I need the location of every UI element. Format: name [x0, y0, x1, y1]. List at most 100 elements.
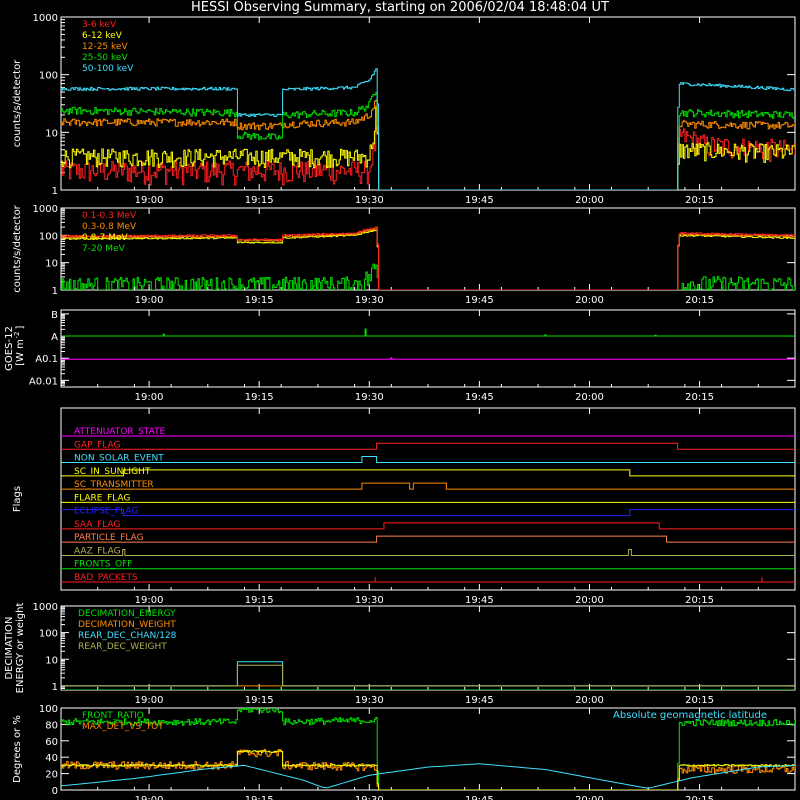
panel-frame: [60, 16, 796, 191]
x-tick-label: 19:15: [245, 595, 274, 606]
x-tick-label: 20:15: [685, 795, 714, 800]
y-axis-label: Flags: [12, 486, 23, 512]
x-tick-label: 20:00: [575, 695, 604, 706]
panel-goes: 19:00 19:15 19:30 19:45 20:00 20:15 GOES-12 [W …: [4, 309, 796, 403]
x-tick-label: 19:15: [245, 295, 274, 306]
x-tick-label: 19:15: [245, 795, 274, 800]
flag-trace: [61, 442, 795, 450]
x-tick-label: 19:00: [135, 695, 164, 706]
x-tick-label: 19:00: [135, 595, 164, 606]
svg-text:DECIMATION: DECIMATION: [4, 616, 15, 679]
legend-entry: DECIMATION_ENERGY: [78, 609, 176, 619]
x-tick-label: 20:15: [685, 195, 714, 206]
svg-text:[W m: [W m: [15, 339, 26, 366]
y-tick-label: 1: [52, 682, 58, 693]
flag-flare-flag: FLARE_FLAG: [61, 493, 795, 503]
flag-sc-transmitter: SC_TRANSMITTER: [61, 480, 795, 490]
y-tick-label: 1: [52, 186, 58, 197]
legend-entry: 7-20 MeV: [82, 244, 126, 254]
y-tick-label: 1000: [33, 13, 58, 24]
x-tick-label: 19:30: [355, 795, 384, 800]
x-tick-label: 20:15: [685, 295, 714, 306]
y-tick-label: 0: [52, 786, 58, 797]
series-group: [61, 226, 795, 290]
x-tick-label: 19:45: [465, 595, 494, 606]
legend-entry: REAR_DEC_CHAN/128: [78, 631, 177, 641]
y-tick-label: 100: [39, 231, 58, 242]
legend-entry: 25-50 keV: [82, 53, 128, 63]
y-tick-label: 60: [45, 737, 58, 748]
flag-trace: [61, 469, 795, 477]
flag-trace: [61, 509, 795, 517]
y-axis-label: DECIMATION ENERGY or weight: [4, 603, 26, 694]
svg-text:]: ]: [15, 326, 26, 330]
x-tick-label: 19:30: [355, 195, 384, 206]
y-axis-label: GOES-12 [W m-2]: [4, 326, 26, 371]
x-tick-label: 19:30: [355, 295, 384, 306]
flag-bad-packets: BAD_PACKETS: [61, 573, 795, 583]
x-tick-label: 19:00: [135, 195, 164, 206]
y-tick-label: 10: [45, 128, 58, 139]
flag-attenuator-state: ATTENUATOR_STATE: [61, 427, 795, 437]
svg-text:Degrees or %: Degrees or %: [12, 715, 23, 783]
series-0-3-0-8-mev: [61, 227, 795, 290]
panel-frame: [60, 207, 796, 291]
series-group: [61, 328, 795, 360]
panel-flags: 19:00 19:15 19:30 19:45 20:00 20:15 Flags ATTEN…: [12, 407, 796, 606]
legend-entry: 12-25 keV: [82, 42, 128, 52]
panel-high-energy-rates: 19:00 19:15 19:30 19:45 20:00 20:15 counts/s/d…: [12, 204, 796, 306]
legend-entry: Absolute geomagnetic latitude: [613, 710, 767, 721]
flag-saa-flag: SAA_FLAG: [61, 520, 795, 530]
flag-trace: [61, 482, 795, 490]
flag-non-solar-event: NON_SOLAR_EVENT: [61, 454, 795, 464]
panel-frame: [60, 407, 796, 591]
legend-entry: 3-6 keV: [82, 20, 117, 30]
x-tick-label: 20:00: [575, 392, 604, 403]
x-tick-label: 19:15: [245, 392, 274, 403]
legend-entry: REAR_DEC_WEIGHT: [78, 642, 167, 652]
legend-entry: MAX_DET_VS_TOT: [82, 722, 164, 732]
y-tick-label: 100: [39, 704, 58, 715]
x-tick-label: 20:00: [575, 595, 604, 606]
svg-text:counts/s/detector: counts/s/detector: [12, 204, 23, 292]
y-tick-label: 10: [45, 259, 58, 270]
x-tick-label: 19:15: [245, 195, 274, 206]
panel-decimation: 19:00 19:15 19:30 19:45 20:00 20:15 DECIMATION…: [4, 602, 796, 706]
y-tick-label: A0.01: [29, 376, 58, 387]
series-rear-dec-chan-128: [61, 661, 795, 687]
x-tick-label: 19:45: [465, 195, 494, 206]
panel-ratios: 19:00 19:15 19:30 19:45 20:00 20:15 Degrees or…: [12, 704, 796, 800]
flag-gap-flag: GAP_FLAG: [61, 440, 795, 450]
flag-aaz-flag: AAZ_FLAG: [61, 546, 795, 556]
series-rear-dec-weight: [61, 664, 795, 687]
y-tick-label: 10: [45, 655, 58, 666]
x-tick-label: 20:15: [685, 392, 714, 403]
flag-sc-in-sunlight: SC_IN_SUNLIGHT: [61, 467, 795, 477]
legend-entry: DECIMATION_WEIGHT: [78, 620, 176, 630]
y-tick-label: 1000: [33, 602, 58, 613]
flag-particle-flag: PARTICLE_FLAG: [61, 533, 795, 543]
series-group: [61, 661, 795, 690]
flag-trace: [61, 522, 795, 530]
flag-eclipse-flag: ECLIPSE_FLAG: [61, 507, 795, 517]
svg-text:Flags: Flags: [12, 486, 23, 512]
y-tick-label: 40: [45, 753, 58, 764]
y-tick-label: 1000: [33, 204, 58, 215]
y-tick-label: A0.1: [35, 354, 58, 365]
flag-fronts-off: FRONTS_OFF: [61, 560, 795, 570]
y-axis-label: Degrees or %: [12, 715, 23, 783]
y-tick-label: A: [51, 332, 58, 343]
legend-entry: 0.8-7 MeV: [82, 233, 128, 243]
flag-trace: [61, 456, 795, 464]
svg-text:ENERGY or weight: ENERGY or weight: [15, 603, 26, 694]
legend-entry: 6-12 keV: [82, 31, 123, 41]
x-tick-label: 19:45: [465, 295, 494, 306]
series-0-1-0-3-mev: [61, 226, 795, 290]
panel-frame: [60, 309, 796, 388]
svg-text:-2: -2: [13, 332, 21, 339]
legend-entry: 50-100 keV: [82, 64, 134, 74]
series-absolute-geomagnetic-latitude: [61, 763, 795, 789]
series-max-det-vs-tot: [61, 748, 795, 790]
x-tick-label: 19:30: [355, 392, 384, 403]
x-tick-label: 20:15: [685, 695, 714, 706]
